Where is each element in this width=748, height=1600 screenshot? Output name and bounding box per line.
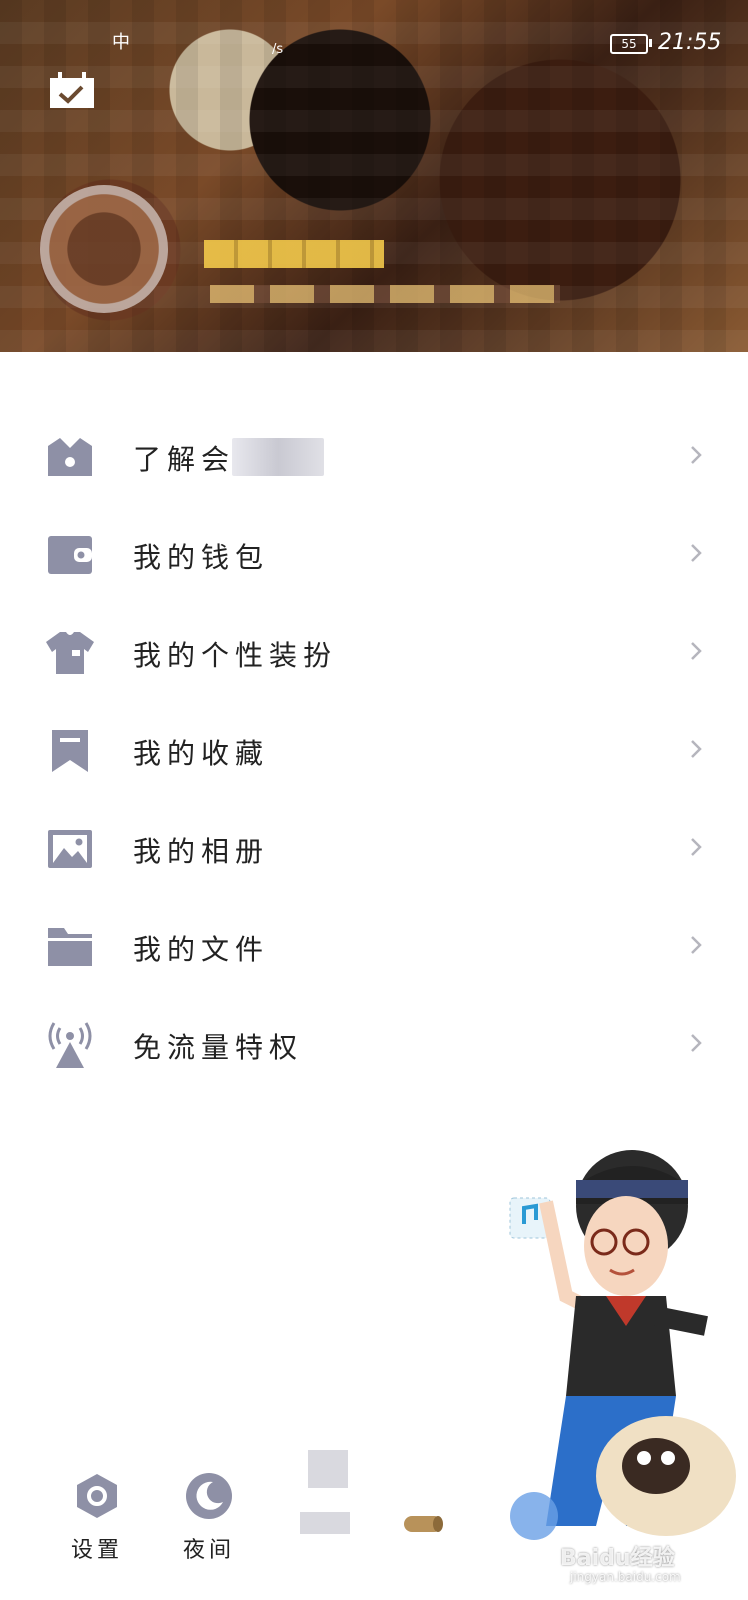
photo-album-icon [46, 826, 94, 872]
settings-button[interactable]: 设置 [52, 1450, 142, 1564]
menu-item-favorites[interactable]: 我的收藏 [0, 702, 748, 800]
status-time: 21:55 [658, 30, 722, 55]
network-speed-unit: /s [272, 42, 284, 57]
redacted-bottom-item[interactable] [280, 1450, 370, 1570]
redacted-label [300, 1512, 350, 1534]
drawer-bottom-bar: 设置 夜间 [0, 1450, 520, 1600]
night-mode-label: 夜间 [182, 1538, 235, 1563]
drawer-menu: 了解会 我的钱包 我的个性装扮 我的收藏 我的相册 我的文件 免流量特权 [0, 408, 748, 1094]
night-mode-button[interactable]: 夜间 [164, 1450, 254, 1564]
chevron-right-icon [691, 446, 702, 464]
avatar[interactable] [40, 185, 168, 313]
menu-item-label: 免流量特权 [133, 1031, 304, 1064]
chevron-right-icon [691, 544, 702, 562]
level-info-blurred [210, 285, 560, 303]
menu-item-files[interactable]: 我的文件 [0, 898, 748, 996]
menu-item-label: 我的钱包 [133, 541, 270, 574]
chevron-right-icon [691, 740, 702, 758]
sign-in-calendar-icon[interactable] [48, 70, 96, 110]
menu-item-free-data[interactable]: 免流量特权 [0, 996, 748, 1094]
watermark-brand: Baidu经验 [560, 1546, 675, 1571]
tshirt-icon [46, 630, 94, 676]
watermark-url: jingyan.baidu.com [570, 1570, 681, 1584]
battery-icon: 55 [610, 34, 648, 54]
carrier-fragment: 中 [112, 32, 130, 53]
scroll-icon [404, 1516, 443, 1532]
chevron-right-icon [691, 642, 702, 660]
crown-icon [46, 434, 94, 480]
mascot-illustration [509, 1150, 736, 1540]
profile-header-cover[interactable]: 中 /s 55 21:55 [0, 0, 748, 352]
battery-nub [649, 39, 652, 47]
menu-item-label: 我的收藏 [133, 737, 270, 770]
chevron-right-icon [691, 1034, 702, 1052]
menu-item-label: 我的个性装扮 [133, 639, 338, 672]
menu-item-label: 了解会 [133, 443, 236, 476]
settings-label: 设置 [70, 1538, 123, 1563]
settings-hexagon-icon [77, 1474, 117, 1518]
redacted-icon [308, 1450, 348, 1488]
menu-item-label: 我的相册 [133, 835, 270, 868]
signal-tower-icon [46, 1022, 94, 1068]
wallet-icon [46, 532, 94, 578]
menu-item-photo-album[interactable]: 我的相册 [0, 800, 748, 898]
folder-icon [46, 924, 94, 970]
moon-icon [186, 1473, 232, 1519]
nickname-blurred [204, 240, 384, 268]
redacted-text [232, 438, 324, 476]
menu-item-personalization[interactable]: 我的个性装扮 [0, 604, 748, 702]
menu-item-membership[interactable]: 了解会 [0, 408, 748, 506]
bookmark-icon [46, 728, 94, 774]
menu-item-label: 我的文件 [133, 933, 270, 966]
status-bar: 中 /s 55 21:55 [0, 28, 748, 58]
chevron-right-icon [691, 838, 702, 856]
menu-item-wallet[interactable]: 我的钱包 [0, 506, 748, 604]
chevron-right-icon [691, 936, 702, 954]
